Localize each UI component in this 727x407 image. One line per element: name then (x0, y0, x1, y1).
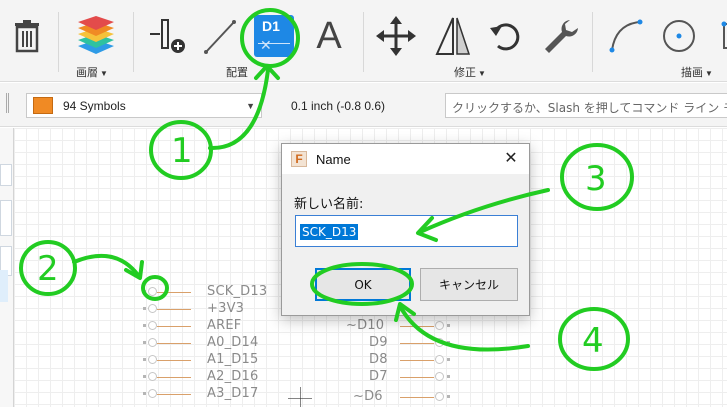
name-tool-icon: D1 ✕ (254, 15, 294, 57)
grid-coordinates: 0.1 inch (-0.8 0.6) (291, 99, 386, 113)
line-tool-button[interactable] (196, 10, 244, 62)
move-tool-button[interactable] (372, 10, 420, 62)
command-line-input[interactable]: クリックするか、Slash を押してコマンド ライン モ (445, 93, 727, 118)
circle-icon (663, 20, 695, 52)
layer-color-swatch (33, 97, 53, 114)
new-name-input[interactable]: SCK_D13 (295, 215, 518, 247)
mirror-tool-button[interactable] (429, 10, 477, 62)
pin-label[interactable]: A1_D15 (207, 352, 258, 367)
cursor-crosshair (300, 387, 301, 407)
rectangle-icon (721, 21, 727, 49)
cancel-button[interactable]: キャンセル (420, 268, 518, 301)
name-tool-button[interactable]: D1 ✕ (250, 10, 298, 62)
group-label-layer[interactable]: 画層 ▼ (76, 64, 108, 80)
panel-item[interactable] (0, 200, 12, 236)
new-name-value: SCK_D13 (300, 224, 359, 240)
pin-label[interactable]: D8 (369, 352, 388, 367)
panel-active-item[interactable] (0, 270, 8, 302)
delete-tool-button[interactable] (3, 10, 51, 62)
text-tool-button[interactable]: A (305, 10, 353, 62)
mirror-icon (435, 17, 471, 55)
close-icon[interactable]: ✕ (501, 149, 521, 169)
group-label-draw[interactable]: 描画 ▼ (681, 64, 713, 80)
pin-label[interactable]: ~D6 (353, 389, 383, 404)
pin-label[interactable]: A2_D16 (207, 369, 258, 384)
layers-stack-icon (78, 16, 114, 54)
line-icon (204, 20, 236, 54)
rotate-tool-button[interactable] (482, 10, 530, 62)
text-icon: A (316, 14, 342, 57)
trash-icon (15, 20, 39, 53)
layer-dropdown[interactable]: 94 Symbols ▼ (26, 93, 262, 118)
wrench-tool-button[interactable] (536, 10, 584, 62)
pin-label[interactable]: SCK_D13 (207, 284, 267, 299)
new-name-label: 新しい名前: (294, 197, 364, 212)
app-logo-icon: F (291, 151, 307, 167)
dialog-title: Name (316, 152, 351, 167)
pin-label[interactable]: D9 (369, 335, 388, 350)
pin-label[interactable]: A3_D17 (207, 386, 258, 401)
pin-label[interactable]: AREF (207, 318, 241, 333)
layers-tool-button[interactable] (72, 10, 120, 62)
ribbon-toolbar: 画層 ▼ D1 ✕ A 配置 修正 ▼ 描画 ▼ (0, 0, 727, 82)
pin-label[interactable]: A0_D14 (207, 335, 258, 350)
pin-label[interactable]: D7 (369, 369, 388, 384)
chevron-down-icon: ▼ (246, 101, 255, 111)
panel-item[interactable] (0, 164, 12, 186)
pin-add-icon (150, 19, 185, 53)
wrench-icon (545, 20, 578, 53)
arc-icon (609, 19, 643, 53)
ok-button[interactable]: OK (315, 268, 411, 301)
rect-tool-button[interactable] (704, 10, 727, 62)
arc-tool-button[interactable] (602, 10, 650, 62)
grip-handle[interactable] (6, 93, 9, 113)
dialog-titlebar[interactable]: F Name ✕ (282, 144, 529, 174)
move-arrows-icon (376, 16, 416, 56)
circle-tool-button[interactable] (655, 10, 703, 62)
group-label-modify[interactable]: 修正 ▼ (454, 64, 486, 80)
pin-label[interactable]: ~D10 (346, 318, 384, 333)
options-bar: 94 Symbols ▼ 0.1 inch (-0.8 0.6) クリックするか… (0, 83, 727, 127)
name-dialog: F Name ✕ 新しい名前: SCK_D13 OK キャンセル (281, 143, 530, 316)
group-label-place: 配置 (226, 67, 248, 79)
layer-name: 94 Symbols (63, 98, 126, 113)
add-pin-tool-button[interactable] (144, 10, 192, 62)
left-side-panel (0, 128, 14, 407)
rotate-icon (490, 23, 520, 51)
pin-label[interactable]: +3V3 (207, 301, 244, 316)
